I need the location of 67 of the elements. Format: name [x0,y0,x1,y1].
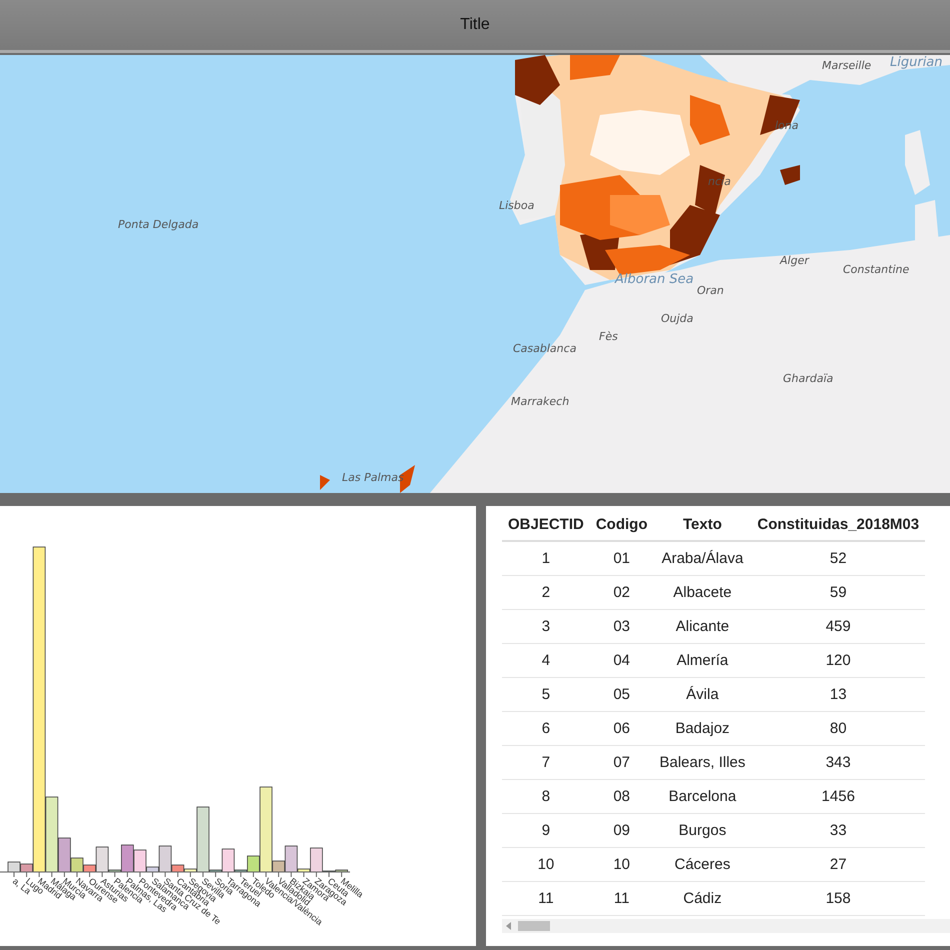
table-cell: 59 [751,576,926,610]
table-cell: 06 [590,712,654,746]
map-label: Fès [599,330,618,343]
table-cell: 343 [751,746,926,780]
bar [8,862,20,872]
table-cell: 2 [502,576,590,610]
table-cell: 6 [502,712,590,746]
table-cell: Alicante [654,610,752,644]
table-cell: Albacete [654,576,752,610]
map-label: Lisboa [499,199,534,212]
table-cell: Balears, Illes [654,746,752,780]
table-cell: 52 [751,541,926,576]
table-cell: 4 [502,644,590,678]
table-cell: Almería [654,644,752,678]
table-cell: 04 [590,644,654,678]
table-cell: Araba/Álava [654,541,752,576]
scrollbar-thumb[interactable] [518,921,550,931]
table-cell: 459 [751,610,926,644]
table-cell: 07 [590,746,654,780]
map-label: Ligurian [890,55,943,70]
map-label: Oran [697,284,724,297]
table-cell: 11 [590,882,654,916]
table-cell: Cádiz [654,882,752,916]
map-label: Marseille [822,59,872,72]
table-cell: 27 [751,848,926,882]
table-cell: 05 [590,678,654,712]
map-label: Casablanca [513,342,576,355]
table-cell: 02 [590,576,654,610]
table-cell: 9 [502,814,590,848]
table-cell: Barcelona [654,780,752,814]
table-cell: Burgos [654,814,752,848]
table-cell: 1 [502,541,590,576]
map-label: Alger [780,254,809,267]
table-cell: 158 [751,882,926,916]
table-cell: 7 [502,746,590,780]
map-label: Ponta Delgada [118,218,199,231]
scroll-left-icon[interactable] [506,922,512,930]
map-label: Oujda [661,312,694,325]
table-cell: 13 [751,678,926,712]
table-cell: 10 [502,848,590,882]
table-cell: 03 [590,610,654,644]
table-cell: 08 [590,780,654,814]
map-label: Ghardaïa [783,372,834,385]
table-cell: 33 [751,814,926,848]
table-cell: Badajoz [654,712,752,746]
column-header: Codigo [590,510,654,541]
table-cell: Cáceres [654,848,752,882]
table-cell: 01 [590,541,654,576]
table-cell: 8 [502,780,590,814]
table-cell: 09 [590,814,654,848]
map-label: Constantine [843,263,910,276]
table-cell: 10 [590,848,654,882]
table-cell: 120 [751,644,926,678]
column-header: Constituidas_2018M03 [751,510,926,541]
horizontal-scrollbar[interactable] [502,919,950,933]
table-cell: 80 [751,712,926,746]
column-header: OBJECTID [502,510,590,541]
column-header: Texto [654,510,752,541]
table-cell: Ávila [654,678,752,712]
table-cell: 11 [502,882,590,916]
table-cell: 5 [502,678,590,712]
map-label: lona [775,119,798,132]
window-title: Title [460,16,490,34]
map-label: Marrakech [511,395,570,408]
table-cell: 1456 [751,780,926,814]
map-label: Alboran Sea [615,272,694,287]
table-cell: 3 [502,610,590,644]
